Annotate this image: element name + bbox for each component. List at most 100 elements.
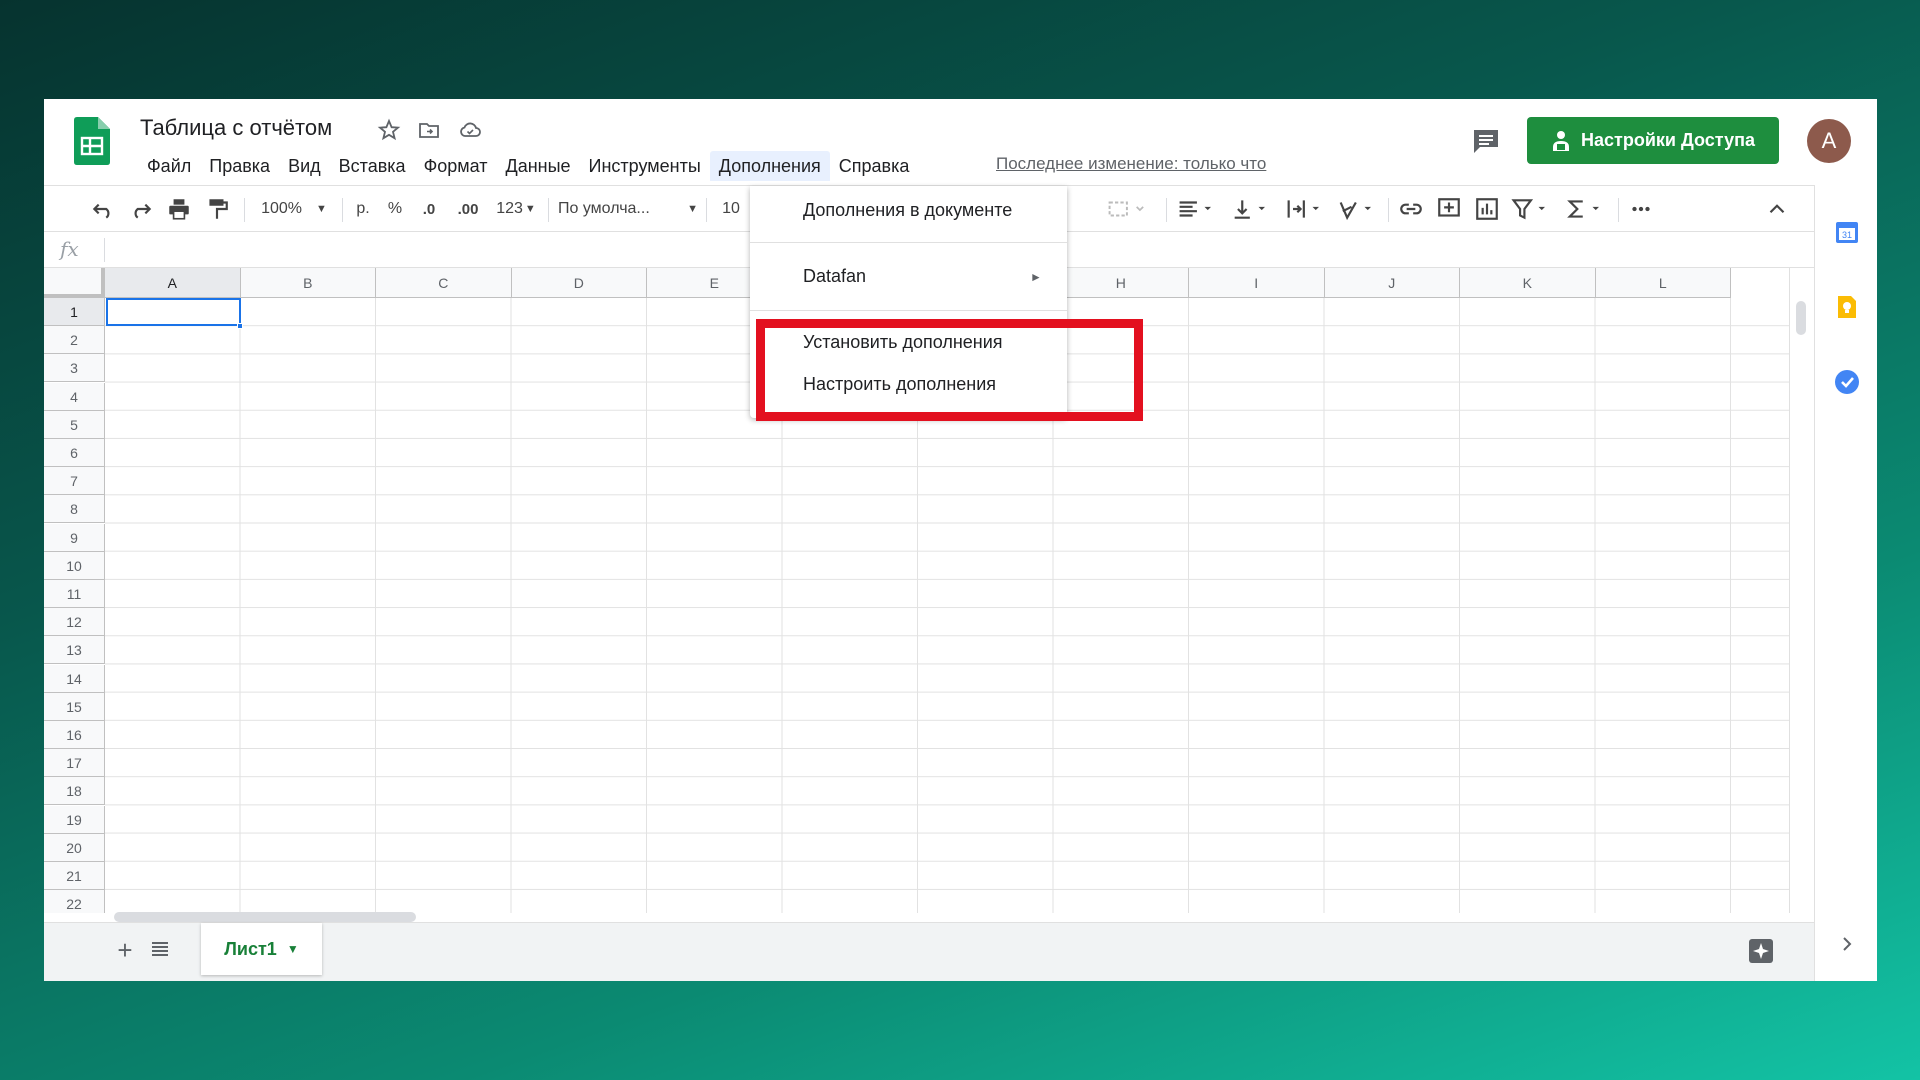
redo-icon[interactable] xyxy=(126,196,156,222)
sheets-logo-icon[interactable] xyxy=(74,117,110,165)
menu-edit[interactable]: Правка xyxy=(200,151,279,181)
functions-icon[interactable] xyxy=(1564,196,1608,222)
horizontal-scroll-thumb[interactable] xyxy=(114,912,416,922)
chevron-right-icon[interactable] xyxy=(1834,931,1860,957)
vertical-scrollbar[interactable] xyxy=(1789,268,1814,913)
column-header[interactable]: B xyxy=(240,268,376,298)
zoom-select[interactable]: 100% ▼ xyxy=(254,196,334,222)
column-header[interactable]: A xyxy=(105,268,241,298)
menu-file[interactable]: Файл xyxy=(138,151,200,181)
highlight-box xyxy=(756,319,1143,421)
side-panel: 31 xyxy=(1814,185,1877,981)
row-header[interactable]: 19 xyxy=(44,805,105,834)
paint-format-icon[interactable] xyxy=(202,196,232,222)
row-header[interactable]: 9 xyxy=(44,523,105,552)
row-header[interactable]: 22 xyxy=(44,890,105,913)
percent-format-button[interactable]: % xyxy=(382,196,408,222)
column-header[interactable]: D xyxy=(511,268,647,298)
fill-handle[interactable] xyxy=(237,323,243,329)
explore-icon[interactable] xyxy=(1747,937,1775,965)
row-header[interactable]: 16 xyxy=(44,721,105,749)
vertical-align-icon[interactable] xyxy=(1230,196,1274,222)
active-cell[interactable] xyxy=(106,298,241,326)
toolbar-divider xyxy=(706,198,707,222)
row-header[interactable]: 4 xyxy=(44,382,105,411)
row-header[interactable]: 14 xyxy=(44,664,105,693)
insert-chart-icon[interactable] xyxy=(1472,196,1502,222)
column-header[interactable]: C xyxy=(376,268,512,298)
filter-icon[interactable] xyxy=(1510,196,1554,222)
font-select[interactable]: По умолча... ▼ xyxy=(558,196,698,222)
horizontal-align-icon[interactable] xyxy=(1176,196,1220,222)
row-header[interactable]: 8 xyxy=(44,495,105,524)
row-header[interactable]: 12 xyxy=(44,608,105,637)
last-edit-link[interactable]: Последнее изменение: только что xyxy=(996,154,1266,174)
row-header[interactable]: 7 xyxy=(44,467,105,496)
text-wrap-icon[interactable] xyxy=(1284,196,1328,222)
select-all-corner[interactable] xyxy=(44,268,105,298)
row-header[interactable]: 15 xyxy=(44,692,105,721)
column-header[interactable]: I xyxy=(1189,268,1325,298)
row-header[interactable]: 3 xyxy=(44,354,105,383)
row-header[interactable]: 2 xyxy=(44,326,105,355)
comments-icon[interactable] xyxy=(1471,126,1501,156)
collapse-toolbar-icon[interactable] xyxy=(1762,196,1792,222)
font-size-select[interactable]: 10 xyxy=(716,196,746,222)
row-header[interactable]: 5 xyxy=(44,410,105,439)
row-header[interactable]: 6 xyxy=(44,439,105,467)
column-header[interactable]: L xyxy=(1595,268,1731,298)
decrease-decimal-button[interactable]: .0 xyxy=(414,196,444,222)
row-header[interactable]: 18 xyxy=(44,777,105,806)
menu-data[interactable]: Данные xyxy=(497,151,580,181)
row-header[interactable]: 20 xyxy=(44,833,105,862)
column-header[interactable]: K xyxy=(1460,268,1596,298)
row-header[interactable]: 1 xyxy=(44,298,105,326)
avatar[interactable]: A xyxy=(1807,119,1851,163)
increase-decimal-button[interactable]: .00 xyxy=(450,196,486,222)
menu-divider xyxy=(750,242,1067,243)
cloud-status-icon[interactable] xyxy=(458,118,482,142)
menu-addons[interactable]: Дополнения xyxy=(709,151,830,181)
row-header[interactable]: 21 xyxy=(44,862,105,890)
menu-item-document-addons[interactable]: Дополнения в документе xyxy=(803,200,1012,221)
sheet-tab[interactable]: Лист1 ▼ xyxy=(201,923,322,975)
row-header[interactable]: 10 xyxy=(44,551,105,580)
menu-tools[interactable]: Инструменты xyxy=(580,151,710,181)
share-button[interactable]: Настройки Доступа xyxy=(1527,117,1779,164)
calendar-icon[interactable]: 31 xyxy=(1834,219,1860,245)
formula-divider xyxy=(104,238,105,262)
spreadsheet-window: Таблица с отчётом Файл Правка Вид Вставк… xyxy=(44,99,1877,981)
keep-icon[interactable] xyxy=(1834,294,1860,320)
menu-insert[interactable]: Вставка xyxy=(330,151,415,181)
more-icon[interactable] xyxy=(1626,196,1656,222)
column-header[interactable]: H xyxy=(1053,268,1189,298)
number-format-select[interactable]: 123 ▼ xyxy=(492,196,540,222)
merge-cells-icon[interactable] xyxy=(1104,196,1152,222)
submenu-arrow-icon: ► xyxy=(1030,270,1042,284)
column-header[interactable]: J xyxy=(1324,268,1460,298)
insert-comment-icon[interactable] xyxy=(1434,196,1464,222)
horizontal-scrollbar[interactable] xyxy=(106,910,1789,922)
text-rotation-icon[interactable] xyxy=(1336,196,1380,222)
insert-link-icon[interactable] xyxy=(1396,196,1426,222)
menu-item-datafan[interactable]: Datafan xyxy=(803,266,866,287)
add-sheet-icon[interactable]: + xyxy=(110,935,140,965)
menu-format[interactable]: Формат xyxy=(415,151,497,181)
row-header[interactable]: 17 xyxy=(44,749,105,778)
row-header[interactable]: 13 xyxy=(44,636,105,665)
chevron-down-icon: ▼ xyxy=(687,203,698,215)
all-sheets-icon[interactable] xyxy=(148,937,172,961)
menu-view[interactable]: Вид xyxy=(279,151,330,181)
document-title[interactable]: Таблица с отчётом xyxy=(140,115,332,141)
undo-icon[interactable] xyxy=(88,196,118,222)
star-icon[interactable] xyxy=(377,118,401,142)
tasks-icon[interactable] xyxy=(1834,369,1860,395)
row-header[interactable]: 11 xyxy=(44,580,105,608)
currency-format-button[interactable]: р. xyxy=(350,196,376,222)
menu-help[interactable]: Справка xyxy=(830,151,919,181)
fx-icon: fx xyxy=(60,237,79,261)
app-header: Таблица с отчётом Файл Правка Вид Вставк… xyxy=(44,99,1877,185)
print-icon[interactable] xyxy=(164,196,194,222)
vertical-scroll-thumb[interactable] xyxy=(1796,301,1806,335)
move-folder-icon[interactable] xyxy=(417,118,441,142)
